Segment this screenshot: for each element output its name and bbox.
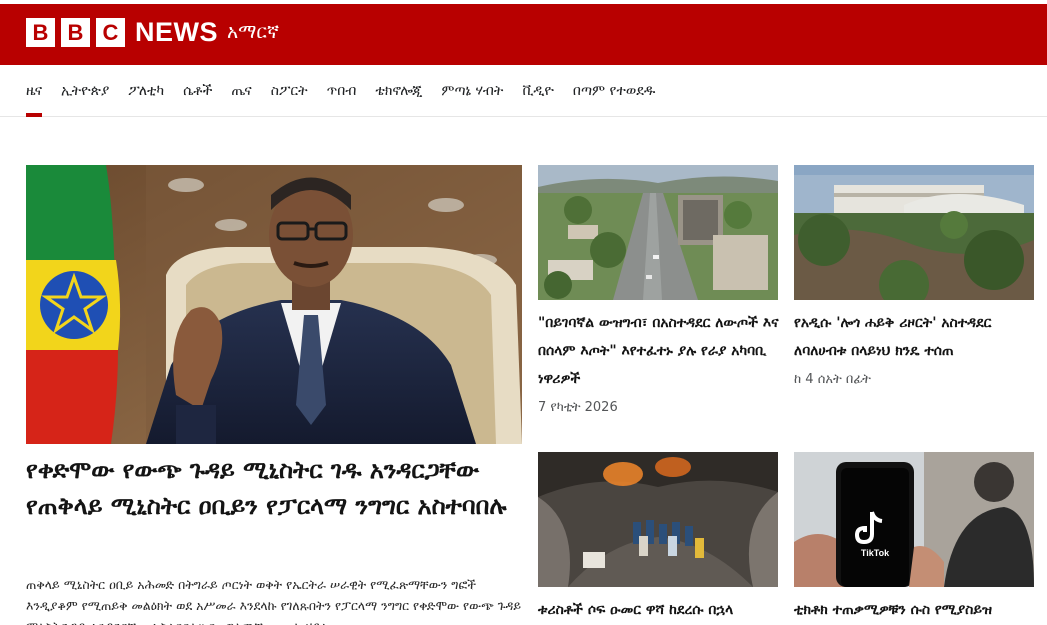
main-navigation: ዜና ኢትዮጵያ ፖለቲካ ሴቶች ጤና ስፖርት ጥበብ ቴክኖሎጂ ምጣኔ … bbox=[0, 65, 1047, 117]
nav-item-technology[interactable]: ቴክኖሎጂ bbox=[375, 65, 422, 117]
story-card-image-tiktok[interactable]: TikTok bbox=[794, 452, 1034, 587]
story-card-image-cave[interactable] bbox=[538, 452, 778, 587]
story-card-title-resort[interactable]: የአዲሱ 'ሎጎ ሐይቅ ሪዞርት' አስተዳደር ለባለሀብቱ በላይነህ ክ… bbox=[794, 309, 1039, 365]
story-card-title-raya[interactable]: "በይገባኛል ውዝግብ፣ በአስተዳደር ለውጦች እና በሰላም እጦት" … bbox=[538, 309, 783, 393]
nav-list: ዜና ኢትዮጵያ ፖለቲካ ሴቶች ጤና ስፖርት ጥበብ ቴክኖሎጂ ምጣኔ … bbox=[26, 65, 674, 117]
story-card-image-raya[interactable] bbox=[538, 165, 778, 300]
aerial-town-photo bbox=[538, 165, 778, 300]
lead-photo bbox=[26, 165, 522, 444]
nav-item-women[interactable]: ሴቶች bbox=[183, 65, 212, 117]
nav-item-video[interactable]: ቪዲዮ bbox=[522, 65, 554, 117]
tiktok-phone-photo: TikTok bbox=[794, 452, 1034, 587]
bbc-news-logo[interactable]: B B C NEWS አማርኛ bbox=[26, 18, 279, 47]
story-card-time-resort: ከ 4 ሰአት በፊት bbox=[794, 372, 871, 387]
lead-story-summary: ጠቅላይ ሚኒስትር ዐቢይ አሕመድ በትግራይ ጦርነት ወቅት የኤርትራ… bbox=[26, 577, 522, 625]
lead-story-image[interactable] bbox=[26, 165, 522, 444]
bbc-logo-block-c: C bbox=[96, 18, 125, 47]
news-wordmark: NEWS bbox=[135, 17, 218, 47]
nav-item-economy[interactable]: ምጣኔ ሃብት bbox=[441, 65, 503, 117]
bbc-logo-block-b1: B bbox=[26, 18, 55, 47]
nav-item-ethiopia[interactable]: ኢትዮጵያ bbox=[61, 65, 109, 117]
language-wordmark: አማርኛ bbox=[227, 21, 280, 43]
bbc-logo-block-b2: B bbox=[61, 18, 90, 47]
story-card-title-tiktok[interactable]: ቲክቶክ ተጠቃሚዎቹን ሱስ የሚያስይዝ bbox=[794, 596, 1039, 624]
nav-item-sport[interactable]: ስፖርት bbox=[271, 65, 308, 117]
nav-item-news[interactable]: ዜና bbox=[26, 65, 43, 117]
nav-item-most-read[interactable]: በጣም የተወደዱ bbox=[573, 65, 655, 117]
resort-photo bbox=[794, 165, 1034, 300]
masthead: B B C NEWS አማርኛ bbox=[0, 4, 1047, 65]
lead-story-headline[interactable]: የቀድሞው የውጭ ጉዳይ ሚኒስትር ገዱ አንዳርጋቸው የጠቅላይ ሚኒስ… bbox=[26, 452, 526, 524]
story-card-time-raya: 7 የካቲት 2026 bbox=[538, 400, 618, 415]
tiktok-label: TikTok bbox=[861, 548, 890, 558]
nav-item-health[interactable]: ጤና bbox=[231, 65, 251, 117]
story-card-image-resort[interactable] bbox=[794, 165, 1034, 300]
cave-tourists-photo bbox=[538, 452, 778, 587]
nav-item-arts[interactable]: ጥበብ bbox=[327, 65, 357, 117]
story-card-title-cave[interactable]: ቱሪስቶች ሶፍ ዑመር ዋሻ ከደረሱ በኋላ bbox=[538, 596, 783, 624]
nav-item-politics[interactable]: ፖለቲካ bbox=[128, 65, 164, 117]
